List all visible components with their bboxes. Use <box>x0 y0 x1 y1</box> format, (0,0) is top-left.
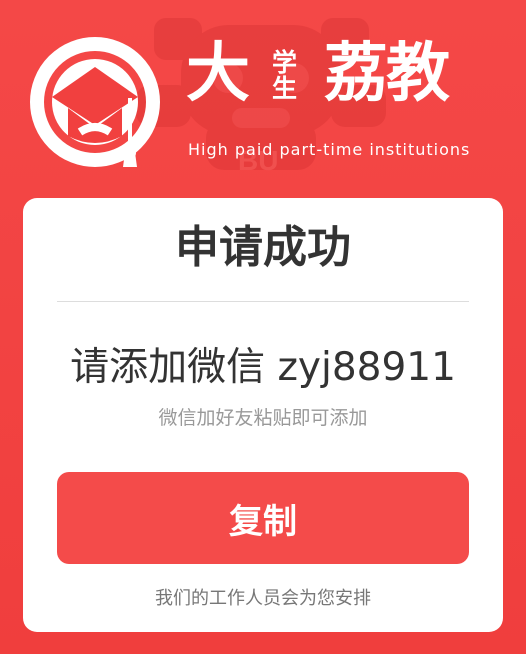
divider <box>57 301 469 302</box>
add-friend-hint: 微信加好友粘贴即可添加 <box>158 407 368 429</box>
brand-title-rest: 荔教 <box>324 37 450 111</box>
brand-subtitle: High paid part-time institutions <box>188 140 471 159</box>
success-card: 申请成功 请添加微信 zyj88911 微信加好友粘贴即可添加 复制 我们的工作… <box>23 198 503 632</box>
page-title: 申请成功 <box>175 222 351 273</box>
wechat-id-text: 请添加微信 zyj88911 <box>70 345 456 390</box>
brand-title: 大 学 生 荔教 <box>186 38 506 138</box>
graduation-cap-icon <box>30 37 160 167</box>
brand-title-small: 学 生 <box>272 48 298 104</box>
success-modal: BU 大 学 生 荔教 High paid part-time institut… <box>0 0 526 654</box>
copy-button[interactable]: 复制 <box>57 472 469 564</box>
brand-title-main: 大 <box>186 37 250 111</box>
staff-arrangement-note: 我们的工作人员会为您安排 <box>155 588 371 609</box>
